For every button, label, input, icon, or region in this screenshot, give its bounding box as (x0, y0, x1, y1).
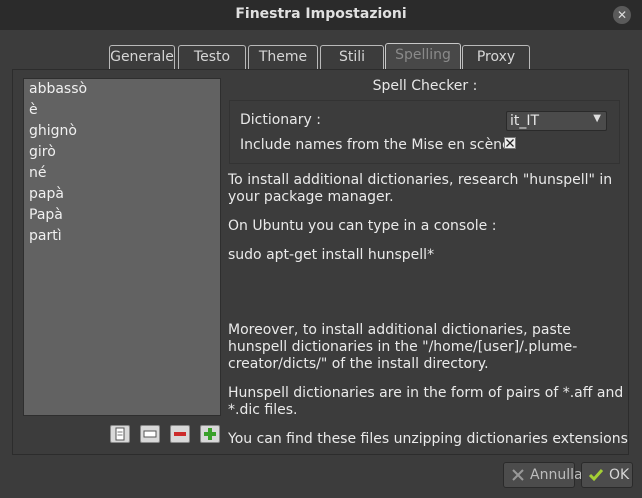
minus-icon (174, 432, 186, 436)
remove-word-button[interactable] (170, 425, 190, 443)
include-names-checkbox[interactable] (504, 137, 516, 149)
dictionary-label: Dictionary : (240, 112, 321, 128)
tab-theme[interactable]: Theme (248, 45, 318, 69)
list-item[interactable]: ghignò (24, 121, 220, 142)
document-icon (115, 427, 125, 441)
include-names-label: Include names from the Mise en scène (240, 137, 511, 153)
close-icon: ✕ (616, 8, 628, 22)
list-item[interactable]: papà (24, 184, 220, 205)
title-bar: Finestra Impostazioni ✕ (0, 0, 642, 30)
ok-label: OK (609, 467, 630, 483)
info-paragraph: You can find these files unzipping dicti… (228, 431, 628, 447)
list-item[interactable]: né (24, 163, 220, 184)
close-button[interactable]: ✕ (613, 6, 631, 24)
ok-button[interactable]: OK (581, 462, 633, 488)
list-item[interactable]: partì (24, 226, 220, 247)
list-item[interactable]: girò (24, 142, 220, 163)
user-dictionary-list[interactable]: abbassò è ghignò girò né papà Papà partì (23, 78, 221, 416)
dictionary-select[interactable]: it_IT ▼ (506, 111, 607, 131)
tab-testo[interactable]: Testo (178, 45, 246, 69)
check-icon (588, 469, 604, 482)
list-item[interactable]: abbassò (24, 79, 220, 100)
edit-word-button[interactable] (140, 425, 160, 443)
info-paragraph: To install additional dictionaries, rese… (228, 172, 613, 205)
tab-proxy[interactable]: Proxy (462, 45, 530, 69)
tab-stili[interactable]: Stili (320, 45, 384, 69)
tab-generale[interactable]: Generale (109, 45, 175, 69)
list-item[interactable]: è (24, 100, 220, 121)
cancel-label: Annulla (530, 467, 583, 483)
info-paragraph: Moreover, to install additional dictiona… (228, 322, 578, 372)
spell-checker-title: Spell Checker : (372, 78, 478, 94)
dictionary-group (229, 100, 620, 164)
info-paragraph: On Ubuntu you can type in a console : (228, 218, 497, 234)
info-command: sudo apt-get install hunspell* (228, 247, 435, 263)
list-item[interactable]: Papà (24, 205, 220, 226)
tab-spelling[interactable]: Spelling (385, 43, 461, 70)
text-field-icon (143, 430, 157, 438)
cancel-button[interactable]: Annulla (503, 462, 583, 488)
window-title: Finestra Impostazioni (235, 6, 407, 22)
checkmark-icon (506, 139, 514, 147)
cancel-icon (512, 469, 524, 481)
open-dictionary-file-button[interactable] (110, 425, 130, 443)
info-paragraph: Hunspell dictionaries are in the form of… (228, 385, 624, 418)
add-word-button[interactable] (200, 425, 220, 443)
dictionary-value: it_IT (510, 113, 540, 129)
plus-icon (204, 428, 216, 440)
chevron-down-icon: ▼ (593, 113, 601, 124)
